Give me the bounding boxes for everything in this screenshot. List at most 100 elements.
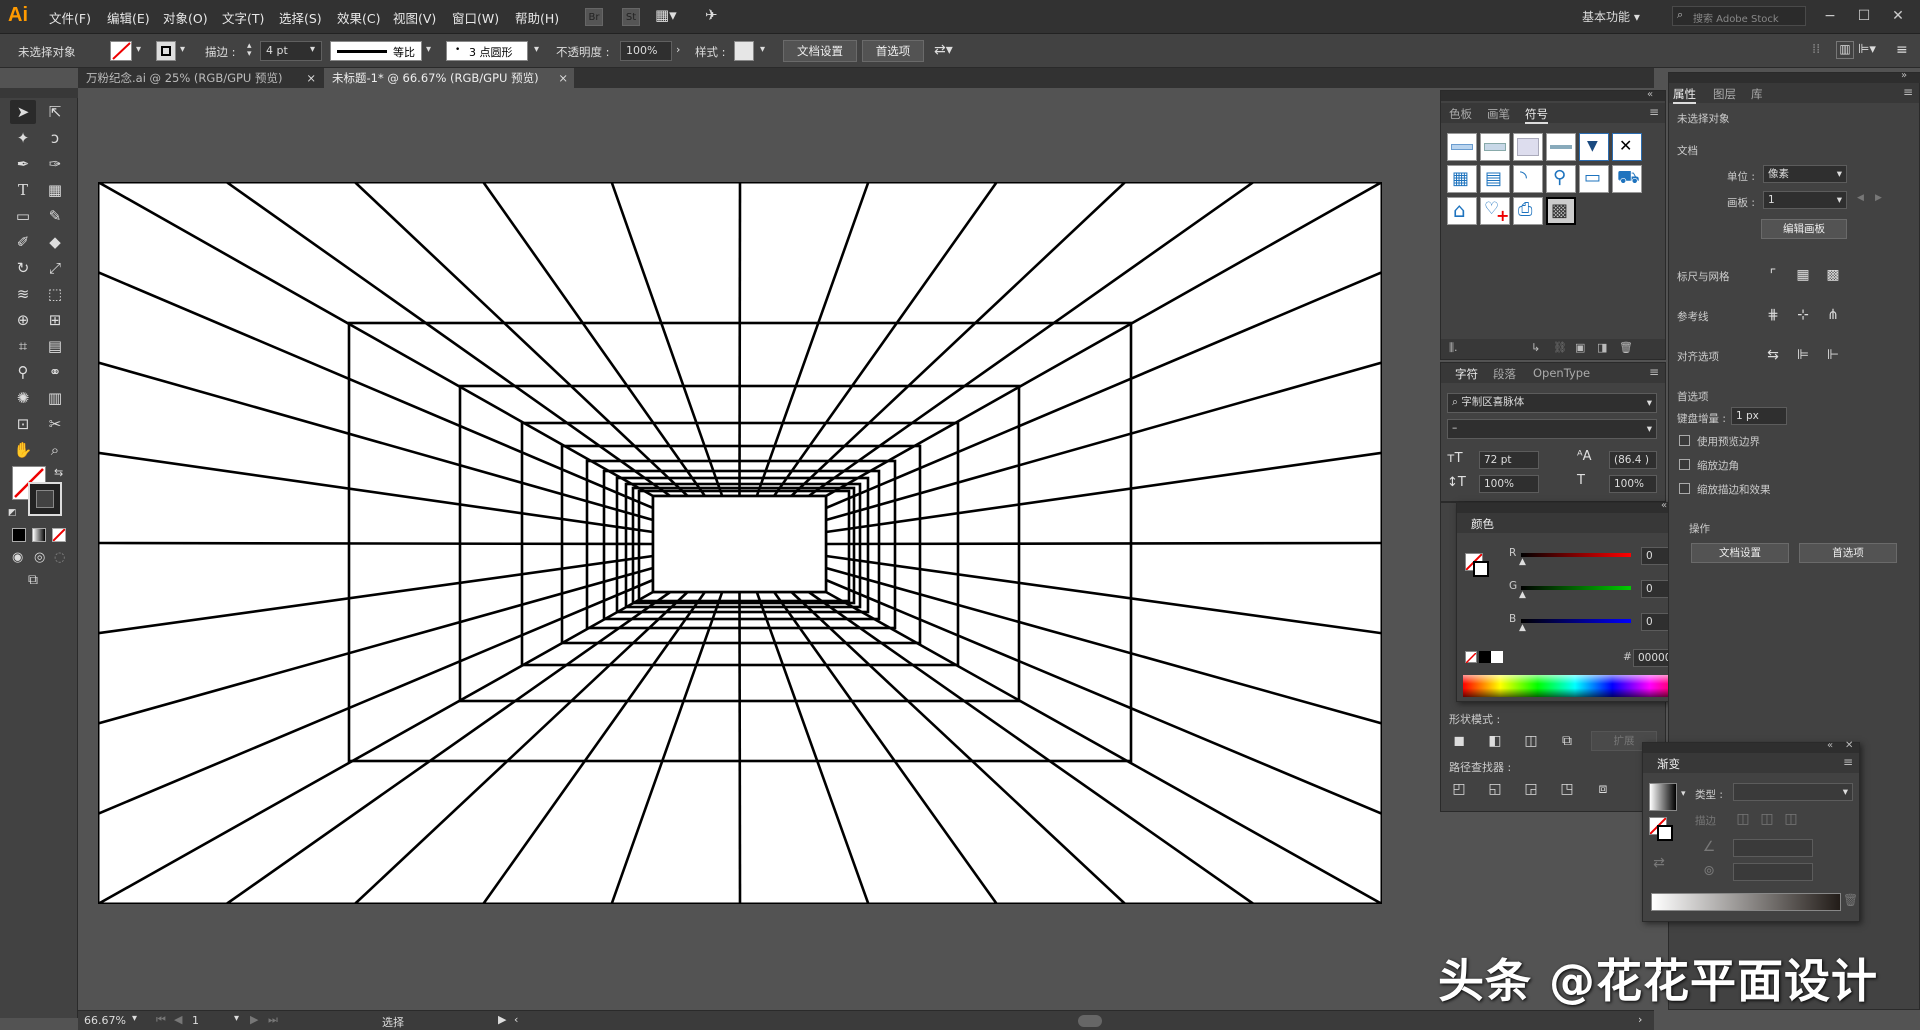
maximize-button[interactable]: ☐ <box>1850 6 1878 26</box>
draw-inside-icon[interactable]: ◌ <box>54 550 65 565</box>
menu-window[interactable]: 窗口(W) <box>452 8 499 26</box>
stroke-swatch[interactable] <box>1473 561 1489 577</box>
close-icon[interactable]: × <box>306 68 316 88</box>
workspace-switcher[interactable]: 基本功能 ▾ <box>1582 8 1640 25</box>
stroke-along-icon[interactable]: ◫ <box>1757 809 1777 829</box>
menu-edit[interactable]: 编辑(E) <box>107 8 150 26</box>
slider-thumb-icon[interactable]: ▲ <box>1519 557 1526 567</box>
panel-collapse-icon[interactable]: « <box>1661 500 1667 511</box>
brush-definition[interactable]: • 3 点圆形 <box>446 41 528 61</box>
gradient-mode-icon[interactable] <box>32 528 46 542</box>
stroke-within-icon[interactable]: ◫ <box>1733 809 1753 829</box>
arrange-documents-icon[interactable]: ▦▾ <box>655 6 677 24</box>
panel-collapse-icon[interactable]: » <box>1901 70 1907 81</box>
gradient-type-select[interactable]: ▾ <box>1733 783 1853 801</box>
panel-collapse-icon[interactable]: « <box>1647 89 1653 100</box>
unite-icon[interactable]: ◼ <box>1449 731 1469 751</box>
eraser-tool-icon[interactable]: ◆ <box>42 230 68 254</box>
zoom-tool-icon[interactable]: ⌕ <box>42 438 68 462</box>
shaper-tool-icon[interactable]: ✐ <box>10 230 36 254</box>
symbol-sprayer-tool-icon[interactable]: ✺ <box>10 386 36 410</box>
black-swatch[interactable] <box>1479 651 1491 663</box>
preferences-button[interactable]: 首选项 <box>862 40 924 62</box>
screen-mode-icon[interactable]: ⧉ <box>28 572 38 588</box>
opacity-input[interactable]: 100% <box>620 41 672 61</box>
mesh-tool-icon[interactable]: ⌗ <box>10 334 36 358</box>
aspect-ratio-icon[interactable]: ⊚ <box>1699 861 1719 881</box>
zoom-level[interactable]: 66.67% <box>84 1014 126 1027</box>
slider-thumb-icon[interactable]: ▲ <box>1519 590 1526 600</box>
symbol-swatch[interactable]: ♡ + <box>1480 197 1510 225</box>
tab-color[interactable]: 颜色 <box>1471 516 1494 532</box>
symbol-swatch[interactable]: ◝ <box>1513 165 1543 193</box>
angle-icon[interactable]: ∠ <box>1699 837 1719 857</box>
intersect-icon[interactable]: ◫ <box>1521 731 1541 751</box>
panel-drag-bar[interactable]: » <box>1669 70 1920 83</box>
color-mode-icon[interactable] <box>12 528 26 542</box>
preferences-button[interactable]: 首选项 <box>1799 543 1897 563</box>
symbol-swatch[interactable]: ▤ <box>1480 165 1510 193</box>
artboard-perspective-grid[interactable] <box>98 182 1382 904</box>
stroke-swatch[interactable] <box>156 41 176 61</box>
tab-brushes[interactable]: 画笔 <box>1487 106 1510 122</box>
pen-tool-icon[interactable]: ✒ <box>10 152 36 176</box>
panel-drag-bar[interactable] <box>1441 91 1665 101</box>
merge-icon[interactable]: ◲ <box>1521 779 1541 799</box>
graphic-style-swatch[interactable] <box>734 41 754 61</box>
gradient-aspect-input[interactable] <box>1733 863 1813 881</box>
gpu-performance-icon[interactable]: ✈ <box>705 6 718 24</box>
tab-paragraph[interactable]: 段落 <box>1493 366 1516 382</box>
warp-tool-icon[interactable]: ≋ <box>10 282 36 306</box>
stroke-color-box[interactable] <box>28 482 62 516</box>
menu-type[interactable]: 文字(T) <box>222 8 264 26</box>
delete-stop-icon[interactable]: 🗑 <box>1843 893 1858 907</box>
trim-icon[interactable]: ◱ <box>1485 779 1505 799</box>
fill-dropdown-icon[interactable]: ▾ <box>136 44 141 55</box>
status-menu-icon[interactable]: ▶ <box>498 1013 506 1026</box>
ruler-icon[interactable]: ⌜ <box>1763 265 1783 285</box>
tab-properties[interactable]: 属性 <box>1673 86 1696 104</box>
symbol-swatch[interactable]: ✕ <box>1612 133 1642 161</box>
last-artboard-icon[interactable]: ⏭ <box>268 1013 278 1027</box>
symbol-swatch[interactable]: ▼ <box>1579 133 1609 161</box>
gradient-tool-icon[interactable]: ▤ <box>42 334 68 358</box>
font-style-field[interactable]: – ▾ <box>1447 419 1657 439</box>
prev-artboard-icon[interactable]: ◀ <box>1857 193 1864 203</box>
gradient-stroke-swatch[interactable] <box>1657 825 1673 841</box>
tab-libraries[interactable]: 库 <box>1751 86 1763 102</box>
selection-tool-icon[interactable]: ➤ <box>10 100 36 124</box>
tab-opentype[interactable]: OpenType <box>1533 366 1590 380</box>
stock-icon[interactable]: St <box>622 8 640 26</box>
place-symbol-icon[interactable]: ↳ <box>1531 341 1540 354</box>
artboard-number[interactable]: 1 <box>192 1014 199 1027</box>
magic-wand-tool-icon[interactable]: ✦ <box>10 126 36 150</box>
default-fill-stroke-icon[interactable]: ◩ <box>8 508 17 518</box>
tab-document-1[interactable]: 万粉纪念.ai @ 25% (RGB/GPU 预览) × <box>78 68 322 88</box>
tab-gradient[interactable]: 渐变 <box>1657 756 1680 772</box>
color-spectrum[interactable] <box>1463 675 1687 697</box>
artboard-tool-icon[interactable]: ⊡ <box>10 412 36 436</box>
menu-object[interactable]: 对象(O) <box>163 8 208 26</box>
panel-menu-icon[interactable]: ≡ <box>1649 365 1659 379</box>
curvature-tool-icon[interactable]: ✑ <box>42 152 68 176</box>
stroke-dropdown-icon[interactable]: ▾ <box>180 44 185 55</box>
panel-menu-icon[interactable]: ≡ <box>1649 105 1659 119</box>
hand-tool-icon[interactable]: ✋ <box>10 438 36 462</box>
snap-guides-icon[interactable]: ⋔ <box>1823 305 1843 325</box>
green-slider[interactable] <box>1521 586 1631 590</box>
artboard-dropdown-icon[interactable]: ▾ <box>234 1013 239 1024</box>
next-artboard-icon[interactable]: ▶ <box>250 1013 258 1026</box>
rectangle-tool-icon[interactable]: ▭ <box>10 204 36 228</box>
grid-icon[interactable]: ▦ <box>1793 265 1813 285</box>
blend-tool-icon[interactable]: ⚭ <box>42 360 68 384</box>
bridge-icon[interactable]: Br <box>585 8 603 26</box>
symbol-swatch[interactable] <box>1447 133 1477 161</box>
stroke-across-icon[interactable]: ◫ <box>1781 809 1801 829</box>
arrange-panels-icon[interactable]: ⁞⁞ <box>1812 42 1820 57</box>
transform-again-icon[interactable]: ⇄▾ <box>934 42 953 58</box>
symbol-swatch[interactable]: ⌂ <box>1447 197 1477 225</box>
red-slider[interactable] <box>1521 553 1631 557</box>
exclude-icon[interactable]: ⧉ <box>1557 731 1577 751</box>
close-icon[interactable]: × <box>558 68 568 88</box>
rotate-tool-icon[interactable]: ↻ <box>10 256 36 280</box>
